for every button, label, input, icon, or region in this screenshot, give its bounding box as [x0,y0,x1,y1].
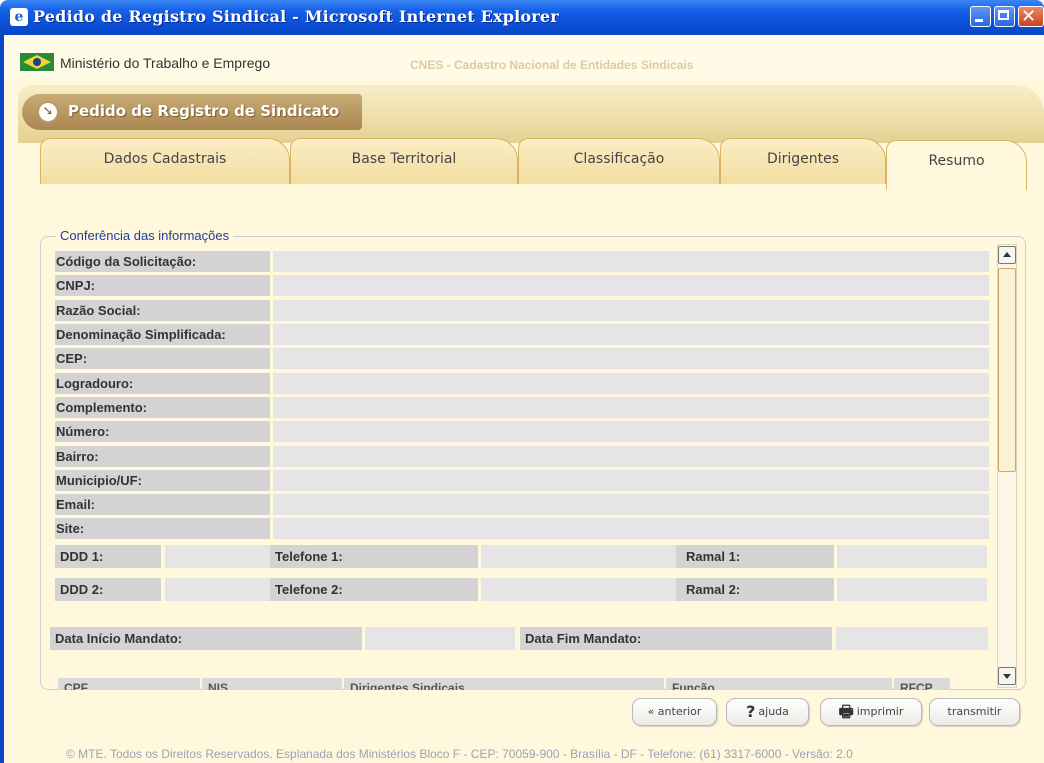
field-value [273,421,989,442]
mandate-end-label: Data Fim Mandato: [520,627,832,650]
submit-button[interactable]: transmitir [929,698,1020,726]
field-value [273,470,989,491]
ramal-2-value [837,578,987,601]
ddd-2-label: DDD 2: [55,578,161,601]
column-header-cpf: CPF [58,678,200,690]
page-title: Pedido de Registro de Sindicato [68,102,340,120]
column-header-nis: NIS [202,678,342,690]
field-label: Municipio/UF: [55,470,270,491]
arrow-up-icon [1003,252,1011,257]
scroll-up-button[interactable] [998,246,1016,264]
field-value [273,518,989,539]
field-label: Razão Social: [55,300,270,321]
field-label: Complemento: [55,397,270,418]
close-button[interactable]: ✕ [1018,6,1044,27]
ramal-1-label: Ramal 1: [676,545,834,568]
field-value [273,446,989,467]
field-value [273,397,989,418]
phone-2-value [481,578,676,601]
tab-base-territorial[interactable]: Base Territorial [290,138,518,184]
field-label: Denominação Simplificada: [55,324,270,345]
ministry-name: Ministério do Trabalho e Emprego [60,55,271,71]
field-label: CNPJ: [55,275,270,296]
arrow-circle-icon: ➘ [37,101,59,123]
ddd-1-value [165,545,270,568]
ramal-1-value [837,545,987,568]
field-label: Email: [55,494,270,515]
minimize-icon [975,19,983,22]
field-value [273,275,989,296]
help-button[interactable]: ? ajuda [726,698,809,726]
field-value [273,251,989,272]
field-value [273,494,989,515]
mandate-end-value [836,627,988,650]
mandate-start-value [365,627,515,650]
field-label: Bairro: [55,446,270,467]
ie-page-icon: e [10,8,28,26]
close-icon: ✕ [1021,6,1037,27]
question-icon: ? [746,702,756,721]
field-label: Código da Solicitação: [55,251,270,272]
ddd-1-label: DDD 1: [55,545,161,568]
column-header-dirigentes: Dirigentes Sindicais [344,678,664,690]
mandate-start-label: Data Início Mandato: [50,627,362,650]
field-value [273,324,989,345]
field-value [273,300,989,321]
help-button-label: ajuda [758,705,789,718]
ddd-2-value [165,578,270,601]
field-label: CEP: [55,348,270,369]
print-button[interactable]: 🖶 imprimir [820,698,922,726]
tab-resumo[interactable]: Resumo [886,140,1027,190]
scroll-down-button[interactable] [998,667,1016,685]
ramal-2-label: Ramal 2: [676,578,834,601]
phone-1-value [481,545,676,568]
column-header-rfcp: RFCP [894,678,950,690]
tab-classificacao[interactable]: Classificação [518,138,720,184]
field-label: Site: [55,518,270,539]
field-label: Número: [55,421,270,442]
scrollbar-thumb[interactable] [998,268,1016,472]
field-value [273,373,989,394]
system-name: CNES - Cadastro Nacional de Entidades Si… [410,58,694,72]
column-header-funcao: Função [666,678,892,690]
phone-1-label: Telefone 1: [270,545,478,568]
summary-legend: Conferência das informações [56,228,234,244]
maximize-icon [998,10,1009,20]
window-title: Pedido de Registro Sindical - Microsoft … [33,7,559,26]
printer-icon: 🖶 [838,702,854,721]
brazil-flag-icon [20,53,54,71]
field-label: Logradouro: [55,373,270,394]
tab-dirigentes[interactable]: Dirigentes [720,138,886,184]
tab-dados-cadastrais[interactable]: Dados Cadastrais [40,138,290,184]
arrow-down-icon [1003,674,1011,679]
maximize-button[interactable] [994,6,1015,27]
minimize-button[interactable] [970,6,991,27]
field-value [273,348,989,369]
previous-button[interactable]: « anterior [632,698,717,726]
print-button-label: imprimir [856,705,904,718]
footer-text: © MTE. Todos os Direitos Reservados. Esp… [66,747,853,761]
phone-2-label: Telefone 2: [270,578,478,601]
